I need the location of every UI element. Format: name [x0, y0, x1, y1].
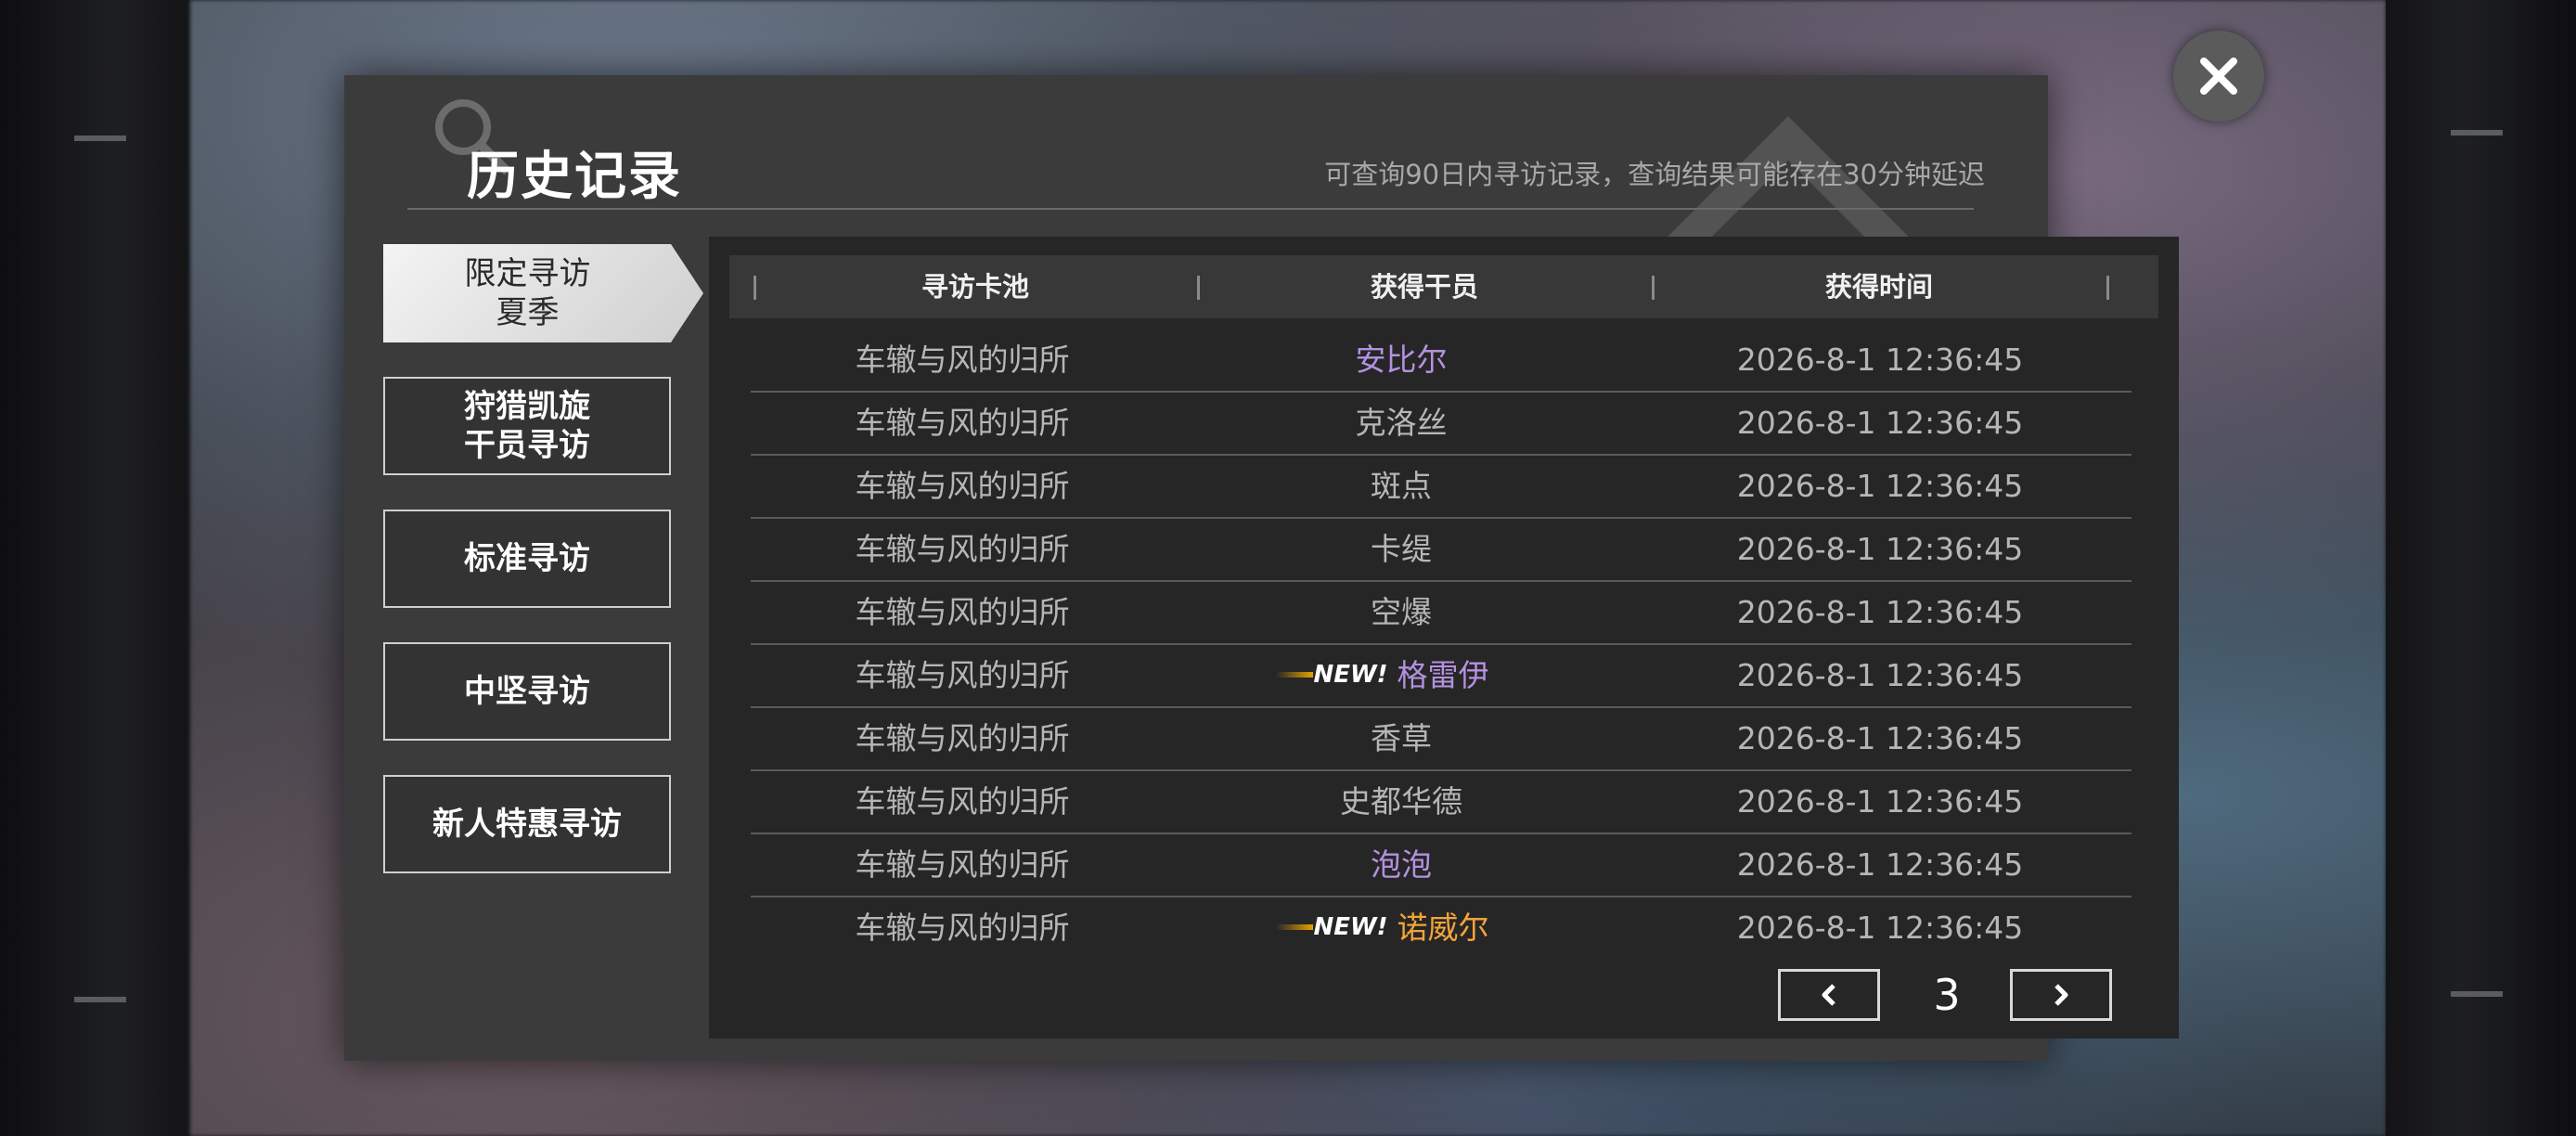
table-row: 车辙与风的归所 NEW! 格雷伊 2026-8-1 12:36:45: [751, 645, 2132, 708]
column-header-operator: 获得干员: [1370, 271, 1478, 303]
table-row: 车辙与风的归所 NEW! 诺威尔 2026-8-1 12:36:45: [751, 897, 2132, 961]
left-frame-strip: [0, 0, 190, 1136]
operator-name: 泡泡: [1371, 846, 1432, 883]
current-page-number: 3: [1933, 970, 1961, 1020]
query-hint-text: 可查询90日内寻访记录，查询结果可能存在30分钟延迟: [1324, 159, 1985, 190]
table-row: 车辙与风的归所 空爆 2026-8-1 12:36:45: [751, 582, 2132, 645]
history-modal: 历史记录 可查询90日内寻访记录，查询结果可能存在30分钟延迟 限定寻访 夏季 …: [344, 75, 2179, 1061]
time-cell: 2026-8-1 12:36:45: [1736, 594, 2024, 630]
right-frame-strip: [2386, 0, 2576, 1136]
pool-cell: 车辙与风的归所: [855, 342, 1070, 378]
tab-newcomer[interactable]: 新人特惠寻访: [383, 775, 671, 873]
tab-hunting-triumph[interactable]: 狩猎凯旋 干员寻访: [383, 377, 671, 475]
operator-name: 空爆: [1371, 594, 1432, 630]
close-icon: [2200, 58, 2237, 95]
time-cell: 2026-8-1 12:36:45: [1736, 531, 2024, 567]
operator-name: 史都华德: [1340, 783, 1462, 820]
time-cell: 2026-8-1 12:36:45: [1736, 405, 2024, 441]
chevron-right-icon: [2054, 984, 2068, 1006]
tab-core[interactable]: 中坚寻访: [383, 642, 671, 741]
operator-cell: NEW! 格雷伊: [1174, 645, 1629, 706]
time-cell: 2026-8-1 12:36:45: [1736, 783, 2024, 820]
pool-cell: 车辙与风的归所: [855, 846, 1070, 883]
time-cell: 2026-8-1 12:36:45: [1736, 846, 2024, 883]
tab-label: 限定寻访 夏季: [464, 255, 591, 331]
column-header-time: 获得时间: [1824, 271, 1933, 303]
table-row: 车辙与风的归所 斑点 2026-8-1 12:36:45: [751, 456, 2132, 519]
new-badge: NEW!: [1276, 644, 1388, 705]
operator-name: 安比尔: [1355, 342, 1448, 378]
operator-cell: 斑点: [1174, 456, 1629, 517]
operator-name: 诺威尔: [1397, 910, 1489, 946]
header-separator: [2106, 276, 2109, 300]
page-title: 历史记录: [467, 147, 682, 207]
pool-cell: 车辙与风的归所: [855, 783, 1070, 820]
new-badge: NEW!: [1276, 897, 1388, 958]
operator-cell: 史都华德: [1174, 771, 1629, 833]
close-button[interactable]: [2173, 31, 2264, 122]
frame-tick: [2451, 991, 2503, 997]
column-header-pool: 寻访卡池: [921, 271, 1029, 303]
operator-cell: 香草: [1174, 708, 1629, 769]
table-row: 车辙与风的归所 史都华德 2026-8-1 12:36:45: [751, 771, 2132, 834]
next-page-button[interactable]: [2010, 969, 2112, 1021]
operator-cell: 安比尔: [1174, 329, 1629, 391]
table-header: 寻访卡池 获得干员 获得时间: [729, 255, 2158, 318]
pool-cell: 车辙与风的归所: [855, 594, 1070, 630]
history-table-panel: 寻访卡池 获得干员 获得时间 车辙与风的归所 安比尔 2026-8-1 12:3…: [709, 237, 2179, 1039]
operator-name: 格雷伊: [1397, 657, 1489, 693]
frame-tick: [74, 136, 126, 141]
time-cell: 2026-8-1 12:36:45: [1736, 720, 2024, 756]
time-cell: 2026-8-1 12:36:45: [1736, 342, 2024, 378]
table-row: 车辙与风的归所 克洛丝 2026-8-1 12:36:45: [751, 393, 2132, 456]
tab-standard[interactable]: 标准寻访: [383, 510, 671, 608]
operator-cell: 卡缇: [1174, 519, 1629, 580]
operator-cell: 泡泡: [1174, 834, 1629, 896]
prev-page-button[interactable]: [1778, 969, 1880, 1021]
pool-cell: 车辙与风的归所: [855, 657, 1070, 693]
chevron-left-icon: [1822, 984, 1835, 1006]
operator-name: 卡缇: [1371, 531, 1432, 567]
operator-cell: 空爆: [1174, 582, 1629, 643]
time-cell: 2026-8-1 12:36:45: [1736, 657, 2024, 693]
table-row: 车辙与风的归所 安比尔 2026-8-1 12:36:45: [751, 329, 2132, 393]
table-row: 车辙与风的归所 泡泡 2026-8-1 12:36:45: [751, 834, 2132, 897]
frame-tick: [74, 997, 126, 1002]
pool-cell: 车辙与风的归所: [855, 468, 1070, 504]
time-cell: 2026-8-1 12:36:45: [1736, 468, 2024, 504]
pool-cell: 车辙与风的归所: [855, 910, 1070, 946]
time-cell: 2026-8-1 12:36:45: [1736, 910, 2024, 946]
title-divider: [407, 208, 1974, 210]
operator-name: 克洛丝: [1355, 405, 1448, 441]
pool-cell: 车辙与风的归所: [855, 531, 1070, 567]
operator-cell: 克洛丝: [1174, 393, 1629, 454]
operator-cell: NEW! 诺威尔: [1174, 897, 1629, 959]
pool-cell: 车辙与风的归所: [855, 405, 1070, 441]
table-row: 车辙与风的归所 卡缇 2026-8-1 12:36:45: [751, 519, 2132, 582]
pool-cell: 车辙与风的归所: [855, 720, 1070, 756]
operator-name: 香草: [1371, 720, 1432, 756]
tab-limited-summer[interactable]: 限定寻访 夏季: [383, 244, 703, 342]
table-row: 车辙与风的归所 香草 2026-8-1 12:36:45: [751, 708, 2132, 771]
operator-name: 斑点: [1371, 468, 1432, 504]
frame-tick: [2451, 130, 2503, 136]
